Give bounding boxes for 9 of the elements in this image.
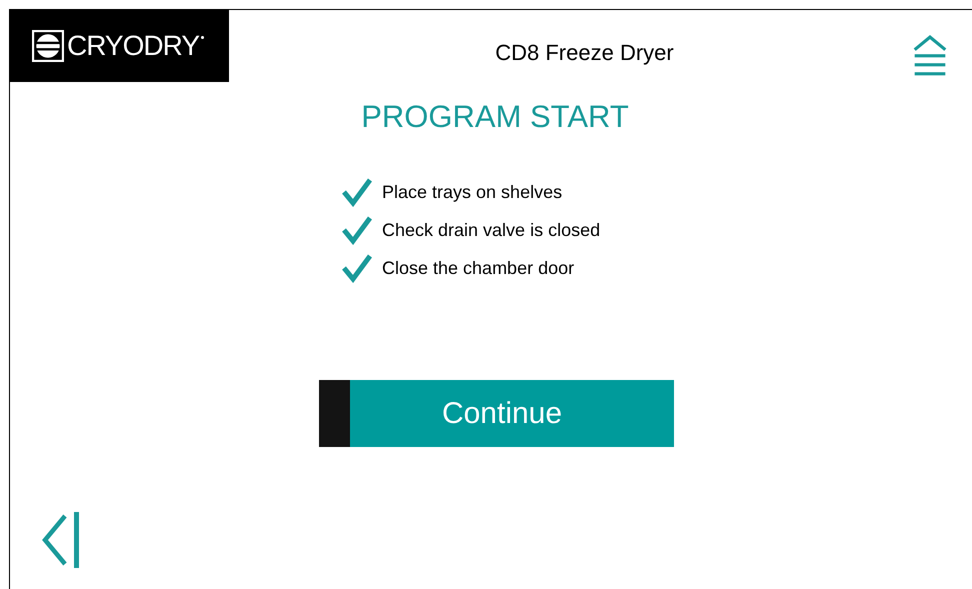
window-title: CD8 Freeze Dryer [494,40,675,66]
logo: CRYODRY [10,10,229,82]
continue-button[interactable]: Continue [319,380,674,447]
checklist-item: Place trays on shelves [382,182,562,202]
page-heading: PROGRAM START [360,99,630,135]
trademark-icon [201,36,204,39]
checklist-item: Close the chamber door [382,258,574,278]
checklist-item: Check drain valve is closed [382,220,600,240]
logo-mark-icon [32,30,64,62]
